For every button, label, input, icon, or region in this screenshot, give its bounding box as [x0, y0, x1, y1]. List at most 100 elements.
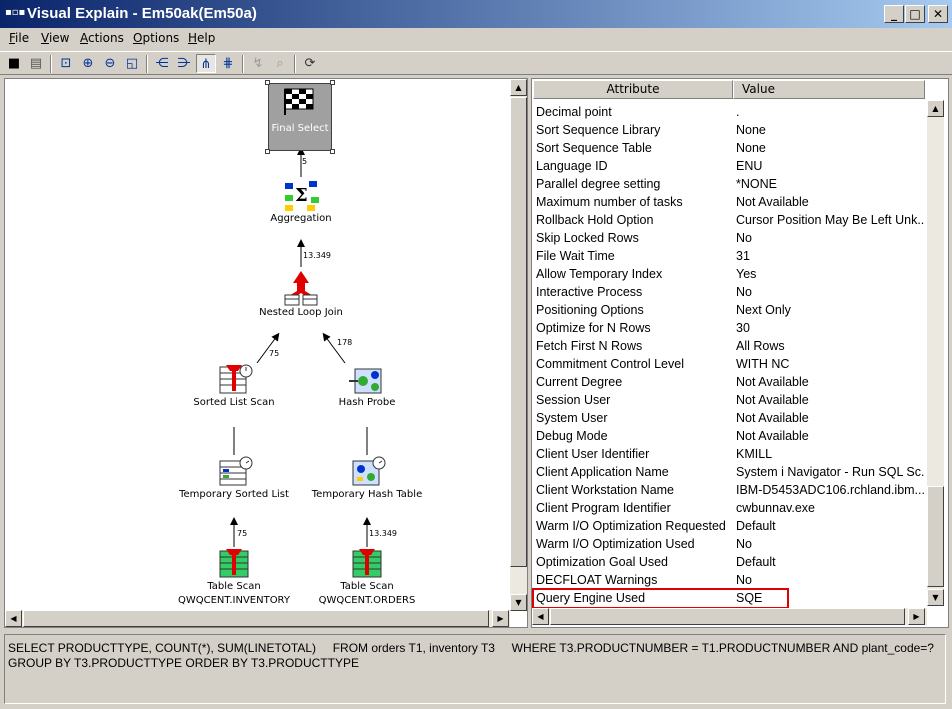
table-row[interactable]: Optimize for N Rows 30	[532, 319, 924, 337]
table-horizontal-scrollbar[interactable]: ◀ ▶	[532, 608, 927, 625]
table-row[interactable]: Warm I/O Optimization Requested Default	[532, 517, 924, 535]
scroll-thumb[interactable]	[23, 610, 489, 627]
table-row[interactable]: Session User Not Available	[532, 391, 924, 409]
table-row[interactable]: Maximum number of tasks Not Available	[532, 193, 924, 211]
toolbar: ■ ▤ ⊡ ⊕ ⊖ ◱ ⋲ ⋺ ⋔ ⋕ ↯ ⌕ ⟳	[0, 51, 952, 75]
maximize-button[interactable]: □	[905, 5, 925, 23]
table-row[interactable]: Interactive Process No	[532, 283, 924, 301]
value-cell: 30	[736, 321, 750, 335]
graph-vertical-scrollbar[interactable]: ▲ ▼	[510, 79, 527, 611]
scroll-right-icon[interactable]: ▶	[908, 608, 925, 625]
find-icon[interactable]: ⌕	[270, 54, 290, 73]
edge-label: 75	[269, 349, 280, 358]
column-header-attribute[interactable]: Attribute	[533, 80, 733, 99]
menu-file[interactable]: File	[9, 31, 29, 45]
table-row[interactable]: DECFLOAT Warnings No	[532, 571, 924, 589]
edge-label: 178	[337, 338, 353, 347]
attribute-cell: Rollback Hold Option	[536, 213, 654, 227]
refresh-icon[interactable]: ⟳	[300, 54, 320, 73]
window-title: Visual Explain - Em50ak(Em50a)	[27, 5, 257, 22]
graph-left-right-icon[interactable]: ⋲	[152, 54, 172, 73]
table-row[interactable]: Sort Sequence Library None	[532, 121, 924, 139]
column-header-value[interactable]: Value	[733, 80, 925, 99]
attribute-cell: Language ID	[536, 159, 608, 173]
scroll-up-icon[interactable]: ▲	[927, 100, 944, 117]
scroll-down-icon[interactable]: ▼	[927, 589, 944, 606]
menu-bar: File View Actions Options Help	[0, 28, 952, 50]
graph-top-down-icon[interactable]: ⋕	[218, 54, 238, 73]
table-row[interactable]: Commitment Control Level WITH NC	[532, 355, 924, 373]
highlight-box	[532, 588, 789, 609]
node-final-select[interactable]: Final Select	[265, 80, 335, 154]
table-row[interactable]: Client User Identifier KMILL	[532, 445, 924, 463]
menu-options[interactable]: Options	[133, 31, 179, 45]
graph-right-left-icon[interactable]: ⋺	[174, 54, 194, 73]
highlight-icon[interactable]: ↯	[248, 54, 268, 73]
table-row[interactable]: Sort Sequence Table None	[532, 139, 924, 157]
toolbar-separator	[146, 55, 148, 73]
menu-help[interactable]: Help	[188, 31, 215, 45]
attribute-table-pane[interactable]: Attribute Value Decimal point. Sort Seque…	[531, 78, 949, 628]
table-row[interactable]: File Wait Time 31	[532, 247, 924, 265]
table-row[interactable]: Client Application Name System i Navigato…	[532, 463, 924, 481]
table-row[interactable]: Warm I/O Optimization Used No	[532, 535, 924, 553]
zoom-in-icon[interactable]: ⊕	[78, 54, 98, 73]
minimize-button[interactable]: _	[884, 5, 904, 23]
table-row[interactable]: Client Workstation Name IBM-D5453ADC106.r…	[532, 481, 924, 499]
toolbar-separator	[242, 55, 244, 73]
table-row[interactable]: Client Program Identifier cwbunnav.exe	[532, 499, 924, 517]
graph-horizontal-scrollbar[interactable]: ◀ ▶	[5, 610, 510, 627]
zoom-out-icon[interactable]: ⊖	[100, 54, 120, 73]
sql-statement-pane[interactable]: SELECT PRODUCTTYPE, COUNT(*), SUM(LINETO…	[4, 634, 946, 704]
table-row[interactable]: Parallel degree setting *NONE	[532, 175, 924, 193]
menu-actions[interactable]: Actions	[80, 31, 124, 45]
close-button[interactable]: ✕	[928, 5, 948, 23]
value-cell: Default	[736, 555, 776, 569]
table-row[interactable]: Language ID ENU	[532, 157, 924, 175]
table-vertical-scrollbar[interactable]: ▲ ▼	[927, 100, 944, 606]
node-aggregation[interactable]: Σ Aggregation	[255, 179, 347, 224]
table-row[interactable]: Decimal point.	[532, 103, 924, 121]
node-nested-loop-join[interactable]: Nested Loop Join	[250, 269, 352, 318]
scroll-thumb[interactable]	[550, 608, 905, 625]
table-row[interactable]: Debug Mode Not Available	[532, 427, 924, 445]
table-row[interactable]: Current Degree Not Available	[532, 373, 924, 391]
table-row[interactable]: Positioning Options Next Only	[532, 301, 924, 319]
attribute-cell: Client Program Identifier	[536, 501, 671, 515]
graph-app-icon[interactable]: ▪▫▪	[5, 7, 25, 21]
print-icon[interactable]: ▤	[26, 54, 46, 73]
overview-icon[interactable]: ◱	[122, 54, 142, 73]
scroll-up-icon[interactable]: ▲	[510, 79, 527, 96]
edge-label: 5	[302, 157, 308, 166]
sql-line-1: SELECT PRODUCTTYPE, COUNT(*), SUM(LINETO…	[8, 641, 934, 655]
table-row[interactable]: Optimization Goal Used Default	[532, 553, 924, 571]
svg-text:Σ: Σ	[295, 185, 308, 206]
save-icon[interactable]: ■	[4, 54, 24, 73]
menu-view[interactable]: View	[41, 31, 69, 45]
node-hash-probe[interactable]: Hash Probe	[323, 363, 411, 408]
table-scan-icon	[219, 549, 249, 578]
scroll-right-icon[interactable]: ▶	[492, 610, 509, 627]
node-label: Final Select	[271, 123, 329, 134]
scroll-thumb[interactable]	[510, 97, 527, 567]
table-row[interactable]: Allow Temporary Index Yes	[532, 265, 924, 283]
node-temporary-sorted-list[interactable]: Temporary Sorted List	[173, 455, 295, 500]
node-table-scan-inventory[interactable]: Table Scan QWQCENT.INVENTORY	[169, 547, 299, 606]
graph-pane[interactable]: Final Select 5 Σ Aggregation 13.349 Nest…	[4, 78, 528, 628]
table-row[interactable]: Fetch First N Rows All Rows	[532, 337, 924, 355]
scroll-thumb[interactable]	[927, 486, 944, 587]
zoom-fit-icon[interactable]: ⊡	[56, 54, 76, 73]
value-cell: Not Available	[736, 411, 809, 425]
table-row[interactable]: Rollback Hold Option Cursor Position May …	[532, 211, 924, 229]
scroll-left-icon[interactable]: ◀	[532, 608, 549, 625]
table-row[interactable]: Skip Locked Rows No	[532, 229, 924, 247]
table-row[interactable]: System User Not Available	[532, 409, 924, 427]
graph-bottom-up-icon[interactable]: ⋔	[196, 54, 216, 73]
attribute-cell: Session User	[536, 393, 611, 407]
node-temporary-hash-table[interactable]: Temporary Hash Table	[309, 455, 425, 500]
scroll-left-icon[interactable]: ◀	[5, 610, 22, 627]
node-table-scan-orders[interactable]: Table Scan QWQCENT.ORDERS	[305, 547, 429, 606]
value-cell: All Rows	[736, 339, 785, 353]
node-sorted-list-scan[interactable]: Sorted List Scan	[185, 363, 283, 408]
scroll-down-icon[interactable]: ▼	[510, 594, 527, 611]
